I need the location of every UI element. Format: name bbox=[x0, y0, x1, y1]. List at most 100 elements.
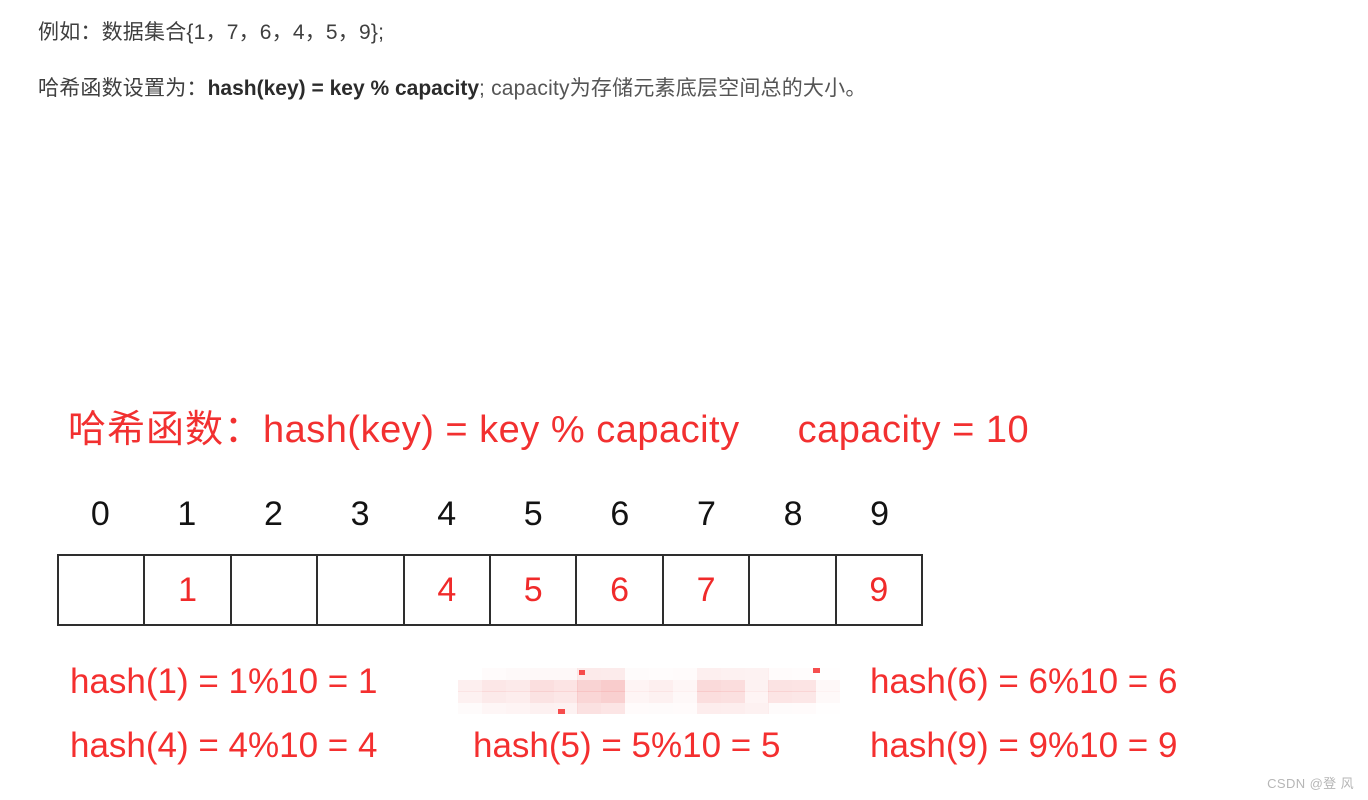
censor-block bbox=[649, 691, 673, 703]
diagram-heading-capacity: capacity = 10 bbox=[797, 409, 1030, 451]
censor-block bbox=[744, 679, 769, 692]
censor-block bbox=[505, 691, 530, 703]
bucket-index-3: 3 bbox=[350, 495, 370, 533]
censor-block bbox=[577, 679, 602, 692]
censor-block bbox=[720, 668, 745, 680]
censor-block bbox=[553, 668, 578, 680]
bucket-cell-1: 1 bbox=[145, 556, 232, 624]
censor-block bbox=[601, 679, 626, 692]
censor-block bbox=[696, 691, 721, 703]
censor-block bbox=[458, 679, 482, 692]
bucket-cell-0 bbox=[59, 556, 146, 624]
censor-block bbox=[458, 702, 482, 714]
example-dataset-line: 例如：数据集合{1，7，6，4，5，9}; bbox=[38, 14, 1288, 52]
censor-block bbox=[720, 691, 745, 703]
bucket-cell-2 bbox=[232, 556, 319, 624]
censor-block bbox=[529, 702, 554, 714]
censor-block bbox=[792, 679, 817, 692]
censor-block bbox=[481, 702, 506, 714]
censor-block bbox=[649, 668, 673, 680]
censor-block bbox=[672, 668, 697, 680]
hash-function-explanation: ; capacity为存储元素底层空间总的大小。 bbox=[479, 77, 867, 100]
censor-block bbox=[577, 691, 602, 703]
diagram-heading-label: 哈希函数： bbox=[68, 409, 264, 451]
censor-block bbox=[649, 702, 673, 714]
censor-block bbox=[625, 691, 650, 703]
censor-block bbox=[768, 702, 793, 714]
hash-formula-4: hash(4) = 4%10 = 4 bbox=[70, 726, 378, 765]
hash-formula-5: hash(5) = 5%10 = 5 bbox=[473, 726, 781, 765]
hash-function-prefix: 哈希函数设置为： bbox=[38, 77, 208, 100]
censor-block bbox=[720, 679, 745, 692]
bucket-cell-3 bbox=[318, 556, 405, 624]
censor-block bbox=[672, 691, 697, 703]
censor-block bbox=[601, 702, 626, 714]
censor-block bbox=[481, 679, 506, 692]
censor-block bbox=[529, 668, 554, 680]
bucket-index-9: 9 bbox=[870, 495, 890, 533]
bucket-index-4: 4 bbox=[437, 495, 457, 533]
censor-block bbox=[768, 691, 793, 703]
censor-block bbox=[744, 668, 769, 680]
censor-block bbox=[720, 702, 745, 714]
censor-block bbox=[696, 679, 721, 692]
bucket-cell-5: 5 bbox=[491, 556, 578, 624]
hash-bucket-table: 1 4 5 6 7 9 bbox=[57, 554, 923, 626]
censor-block bbox=[768, 679, 793, 692]
censor-residual-mark bbox=[579, 670, 585, 675]
bucket-cell-9: 9 bbox=[869, 570, 889, 609]
bucket-index-1: 1 bbox=[177, 495, 197, 533]
bucket-index-0: 0 bbox=[90, 495, 110, 533]
censor-block bbox=[816, 691, 840, 703]
censor-block bbox=[672, 679, 697, 692]
censor-block bbox=[744, 702, 769, 714]
censor-block bbox=[625, 702, 650, 714]
censor-block bbox=[505, 668, 530, 680]
censor-block bbox=[601, 691, 626, 703]
bucket-cell-6: 6 bbox=[577, 556, 664, 624]
censor-block bbox=[696, 702, 721, 714]
hash-formula-9: hash(9) = 9%10 = 9 bbox=[870, 726, 1178, 765]
bucket-cell-7: 7 bbox=[664, 556, 751, 624]
bucket-index-7: 7 bbox=[696, 495, 716, 533]
bucket-index-5: 5 bbox=[523, 495, 543, 533]
diagram-heading-formula: hash(key) = key % capacity bbox=[263, 409, 740, 451]
censor-block bbox=[505, 679, 530, 692]
censored-mosaic-overlay bbox=[458, 668, 840, 714]
explanatory-text-block: 例如：数据集合{1，7，6，4，5，9}; 哈希函数设置为：hash(key) … bbox=[38, 14, 1288, 108]
censor-block bbox=[672, 702, 697, 714]
censor-block bbox=[529, 691, 554, 703]
bucket-index-row: 0 1 2 3 4 5 6 7 8 9 bbox=[57, 494, 923, 534]
bucket-cell-8 bbox=[750, 556, 837, 624]
censor-block bbox=[696, 668, 721, 680]
censor-block bbox=[577, 702, 602, 714]
censor-block bbox=[816, 679, 840, 692]
censor-block bbox=[768, 668, 793, 680]
bucket-index-8: 8 bbox=[783, 495, 803, 533]
censor-block bbox=[529, 679, 554, 692]
censor-residual-mark bbox=[558, 709, 565, 714]
censor-residual-mark bbox=[813, 668, 820, 673]
censor-block bbox=[553, 691, 578, 703]
censor-block bbox=[481, 668, 506, 680]
censor-block bbox=[601, 668, 626, 680]
censor-block bbox=[792, 702, 817, 714]
censor-block bbox=[625, 668, 650, 680]
example-dataset-text: 例如：数据集合{1，7，6，4，5，9}; bbox=[38, 21, 385, 44]
censor-block bbox=[553, 679, 578, 692]
censor-block bbox=[625, 679, 650, 692]
censor-block bbox=[792, 691, 817, 703]
censor-block bbox=[744, 691, 769, 703]
hash-formula-6: hash(6) = 6%10 = 6 bbox=[870, 662, 1178, 701]
csdn-watermark: CSDN @登 风 bbox=[1267, 776, 1354, 791]
bucket-cell-4: 4 bbox=[405, 556, 492, 624]
censor-block bbox=[481, 691, 506, 703]
hash-function-expression: hash(key) = key % capacity bbox=[207, 77, 480, 100]
hash-computation-row-2: hash(4) = 4%10 = 4 hash(5) = 5%10 = 5 ha… bbox=[0, 724, 1368, 788]
hash-formula-1: hash(1) = 1%10 = 1 bbox=[70, 662, 378, 701]
censor-block bbox=[505, 702, 530, 714]
bucket-index-6: 6 bbox=[610, 495, 630, 533]
diagram-heading: 哈希函数：hash(key) = key % capacity capacity … bbox=[68, 408, 1029, 452]
hash-function-definition-line: 哈希函数设置为：hash(key) = key % capacity; capa… bbox=[38, 70, 1288, 108]
censor-block bbox=[816, 703, 840, 715]
